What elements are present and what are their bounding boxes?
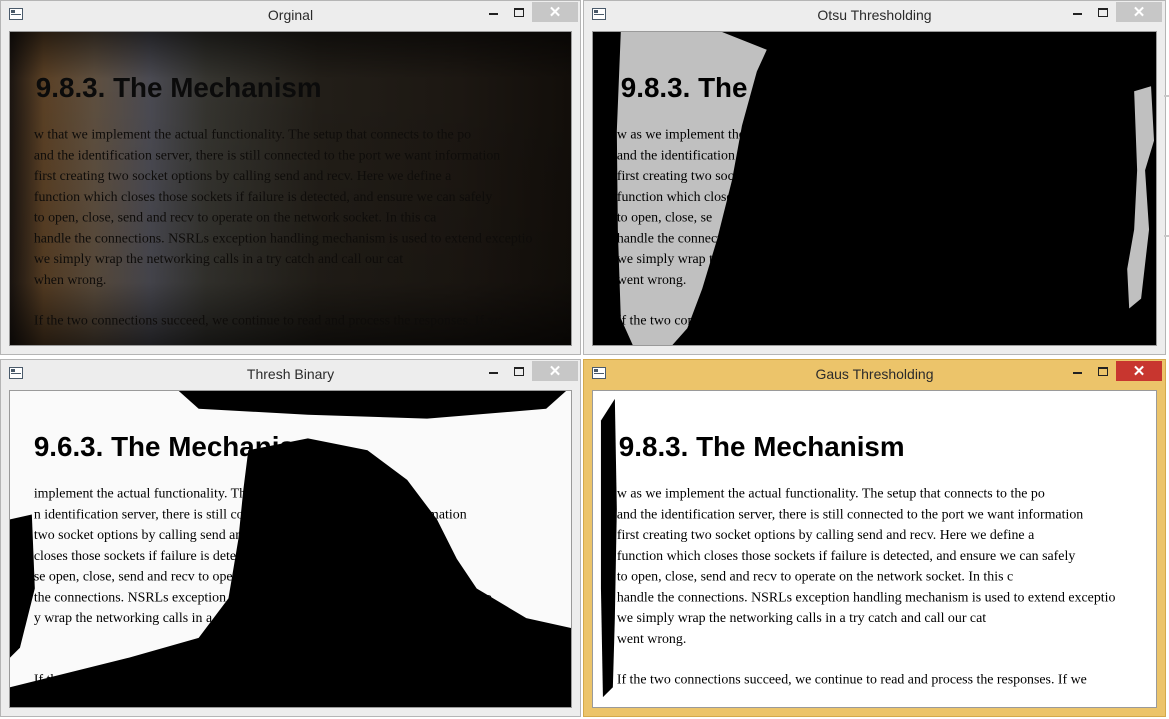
body-line: handle the connections. NSRLs exception …: [617, 589, 1116, 604]
minimize-button[interactable]: [480, 361, 506, 381]
minimize-button[interactable]: [480, 2, 506, 22]
close-button[interactable]: ✕: [1116, 2, 1162, 22]
image-thresh-binary: 9.6.3. The Mechanism implement the actua…: [9, 390, 572, 708]
body-line: If the two connections succeed: [34, 671, 205, 686]
body-line: handle the connections. NSRLs exception …: [34, 230, 533, 245]
body-line: handle the connection: [617, 230, 739, 245]
window-original[interactable]: Orginal ✕ 9.8.3. The Mechanism w that we…: [0, 0, 581, 355]
body-line: w as we implement the actual functionali…: [617, 486, 1045, 501]
window-thresh-binary[interactable]: Thresh Binary ✕ 9.6.3. The Mechanism imp…: [0, 359, 581, 717]
titlebar[interactable]: Gaus Thresholding ✕: [584, 360, 1165, 389]
titlebar[interactable]: Otsu Thresholding ✕: [584, 1, 1165, 30]
titlebar[interactable]: Thresh Binary ✕: [1, 360, 580, 389]
close-button[interactable]: ✕: [532, 361, 578, 381]
body-line: closes those sockets if failure is detec…: [34, 548, 402, 563]
body-line: first creating two socket options by cal…: [34, 168, 451, 183]
minimize-icon: [1072, 372, 1082, 374]
thresh-binary-image: 9.6.3. The Mechanism implement the actua…: [10, 391, 571, 707]
body-line: first creating two socket: [617, 168, 751, 183]
body-line: first creating two socket options by cal…: [617, 527, 1034, 542]
maximize-button[interactable]: [1090, 2, 1116, 22]
body-line: to open, close, send and recv to operate…: [34, 210, 437, 225]
minimize-icon: [488, 372, 498, 374]
minimize-icon: [488, 13, 498, 15]
image-otsu: 9.8.3. The Mechanism w as we implement t…: [592, 31, 1157, 346]
otsu-image: 9.8.3. The Mechanism w as we implement t…: [593, 32, 1156, 345]
minimize-button[interactable]: [1064, 361, 1090, 381]
maximize-icon: [1098, 7, 1108, 17]
titlebar[interactable]: Orginal ✕: [1, 1, 580, 30]
original-heading: 9.8.3. The Mechanism: [36, 72, 322, 103]
body-line: we simply wrap the networking calls in a…: [34, 251, 403, 266]
window-otsu[interactable]: Otsu Thresholding ✕ 9.8.3. The Mechanism…: [583, 0, 1166, 355]
body-line: se open, close, send and recv to operate…: [34, 569, 431, 584]
maximize-icon: [1098, 366, 1108, 376]
body-line: went wrong.: [617, 631, 686, 646]
body-line: implement the actual functionality. The …: [34, 486, 414, 501]
body-line: function which closes those sockets if f…: [617, 548, 1076, 563]
body-line: the connections. NSRLs exception handlin…: [34, 589, 492, 604]
close-button[interactable]: ✕: [532, 2, 578, 22]
window-gaus[interactable]: Gaus Thresholding ✕ 9.8.3. The Mechanism…: [583, 359, 1166, 717]
body-line: w as we implement the actual: [617, 127, 782, 142]
body-line: If the two connections succeed, we conti…: [34, 312, 504, 327]
body-line: we simply wrap the: [617, 251, 726, 266]
body-line: when wrong.: [34, 272, 107, 287]
maximize-button[interactable]: [506, 2, 532, 22]
body-line: and the identification server, there is …: [617, 506, 1083, 521]
edge-mark: [1164, 95, 1169, 97]
body-line: and the identification server: [617, 147, 773, 162]
close-button[interactable]: ✕: [1116, 361, 1162, 381]
desktop: Orginal ✕ 9.8.3. The Mechanism w that we…: [0, 0, 1169, 719]
maximize-button[interactable]: [1090, 361, 1116, 381]
minimize-button[interactable]: [1064, 2, 1090, 22]
body-line: went wrong.: [617, 272, 686, 287]
body-line: w that we implement the actual functiona…: [34, 127, 471, 142]
otsu-heading: 9.8.3. The Mechanism: [621, 72, 907, 103]
body-line: function which closes those sockets if f…: [34, 189, 493, 204]
body-line: to open, close, send and recv to operate…: [617, 569, 1013, 584]
gaus-image: 9.8.3. The Mechanism w as we implement t…: [593, 391, 1156, 707]
body-line: and the identification server, there is …: [34, 147, 500, 162]
maximize-button[interactable]: [506, 361, 532, 381]
maximize-icon: [514, 7, 524, 17]
body-line: If the two connections succeed, we conti…: [617, 671, 1087, 686]
body-line: function which closes: [617, 189, 738, 204]
original-photo: 9.8.3. The Mechanism w that we implement…: [10, 32, 571, 345]
maximize-icon: [514, 366, 524, 376]
body-line: y wrap the networking calls in a try cat…: [34, 610, 349, 625]
image-gaus: 9.8.3. The Mechanism w as we implement t…: [592, 390, 1157, 708]
tb-heading: 9.6.3. The Mechanism: [34, 431, 320, 462]
gaus-heading: 9.8.3. The Mechanism: [619, 431, 905, 462]
body-line: If the two connec: [617, 312, 714, 327]
edge-mark: [1164, 235, 1169, 237]
body-line: two socket options by calling send and r…: [34, 527, 377, 542]
body-line: to open, close, se: [617, 210, 712, 225]
body-line: we simply wrap the networking calls in a…: [617, 610, 986, 625]
image-original: 9.8.3. The Mechanism w that we implement…: [9, 31, 572, 346]
body-line: n identification server, there is still …: [34, 506, 467, 521]
minimize-icon: [1072, 13, 1082, 15]
